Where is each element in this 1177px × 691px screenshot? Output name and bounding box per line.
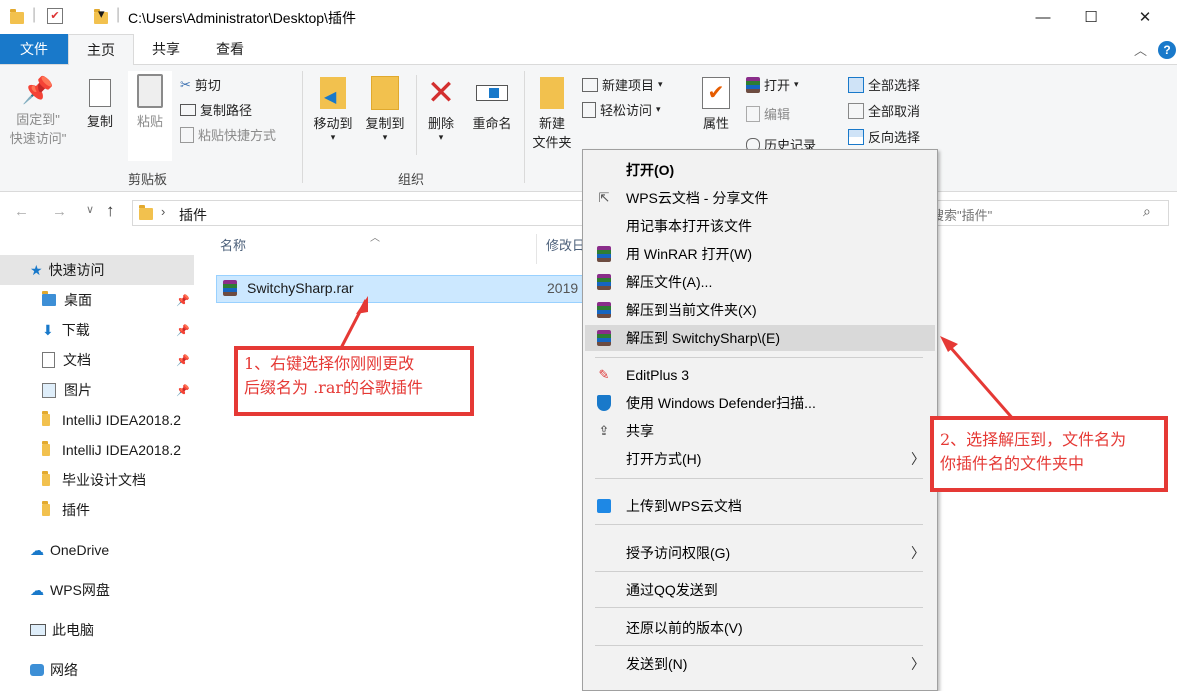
annotation-arrowhead-2 (940, 336, 958, 352)
annotation-arrows (338, 296, 1016, 421)
annotation-note-2: 2、选择解压到，文件名为 你插件名的文件夹中 (930, 416, 1168, 492)
annotation-arrowhead-1 (356, 296, 368, 314)
annotation-text: 后缀名为 .rar的谷歌插件 (244, 378, 424, 397)
annotation-arrow-2 (942, 339, 1016, 421)
annotation-text: 1、右键选择你刚刚更改 (244, 354, 415, 373)
annotation-text: 你插件名的文件夹中 (940, 454, 1085, 473)
annotation-note-1: 1、右键选择你刚刚更改 后缀名为 .rar的谷歌插件 (234, 346, 474, 416)
annotation-text: 2、选择解压到，文件名为 (940, 430, 1127, 449)
